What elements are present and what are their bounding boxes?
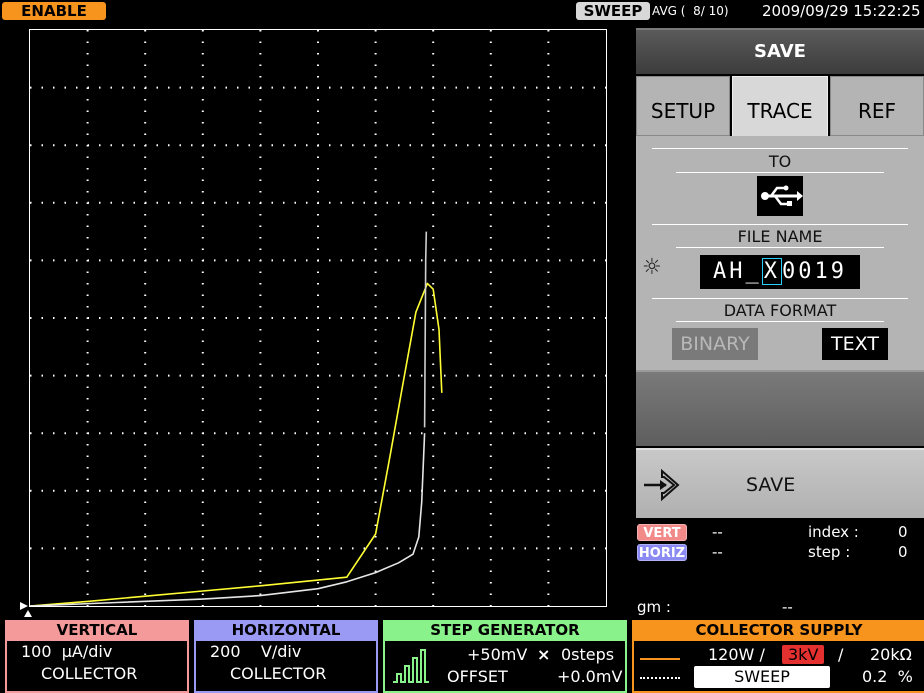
divider <box>676 321 884 322</box>
tab-setup[interactable]: SETUP <box>636 76 730 136</box>
file-name-cursor[interactable]: X <box>761 258 782 285</box>
peak-power: 120W / <box>708 645 765 664</box>
binary-format-button[interactable]: BINARY <box>672 328 758 360</box>
horizontal-source: COLLECTOR <box>230 664 327 683</box>
trace-plot <box>29 29 607 607</box>
horiz-cursor-value: -- <box>712 543 723 561</box>
gm-value: -- <box>782 598 793 616</box>
save-panel: SAVE SETUP TRACE REF TO FILE NAME ☼ AH_X… <box>636 28 924 518</box>
vert-cursor-badge[interactable]: VERT <box>637 524 687 541</box>
vertical-settings[interactable]: VERTICAL 100 μA/div COLLECTOR <box>5 620 189 693</box>
trace-line-2 <box>30 433 426 606</box>
panel-title: SAVE <box>636 28 924 74</box>
horizontal-scale: 200 V/div <box>210 642 302 661</box>
save-button-label: SAVE <box>746 474 796 496</box>
trace-save-options: TO FILE NAME ☼ AH_X0019 DATA FORMAT BINA… <box>636 136 924 370</box>
file-name-field[interactable]: AH_X0019 <box>700 255 860 289</box>
data-format-label: DATA FORMAT <box>723 301 837 320</box>
enable-badge[interactable]: ENABLE <box>2 2 106 20</box>
offset-value: +0.0mV <box>557 667 623 686</box>
variable-line-icon <box>640 677 680 679</box>
max-voltage-badge: 3kV <box>782 645 825 664</box>
text-format-button[interactable]: TEXT <box>822 328 888 360</box>
enter-icon <box>644 468 680 502</box>
index-value: 0 <box>898 523 908 541</box>
trace-line-1 <box>30 282 443 606</box>
collector-percent: 0.2 % <box>862 667 913 686</box>
vertical-title: VERTICAL <box>7 620 187 641</box>
separator-slash: / <box>838 645 844 664</box>
usb-icon <box>761 185 803 206</box>
step-waveform-icon <box>393 649 429 683</box>
origin-arrow-icon <box>20 602 28 610</box>
collector-mode[interactable]: SWEEP <box>694 666 830 688</box>
vert-cursor-value: -- <box>712 523 723 541</box>
horizontal-settings[interactable]: HORIZONTAL 200 V/div COLLECTOR <box>194 620 378 693</box>
vertical-scale: 100 μA/div <box>21 642 113 661</box>
plot-canvas <box>30 30 606 606</box>
collector-supply-settings[interactable]: COLLECTOR SUPPLY 120W / 3kV / 20kΩ SWEEP… <box>632 620 924 693</box>
gm-label: gm : <box>637 598 671 616</box>
empty-softkey <box>636 370 924 446</box>
series-resistance: 20kΩ <box>870 645 912 664</box>
status-bar: ENABLE SWEEP AVG ( 8/ 10) 2009/09/29 15:… <box>0 0 924 22</box>
divider <box>652 148 908 149</box>
offset-label: OFFSET <box>447 667 508 686</box>
file-name-suffix: 0019 <box>782 259 847 284</box>
horiz-cursor-badge[interactable]: HORIZ <box>637 544 687 561</box>
average-count: AVG ( 8/ 10) <box>652 4 729 18</box>
sweep-mode-badge: SWEEP <box>576 2 650 20</box>
file-name-prefix: AH_ <box>713 259 762 284</box>
divider <box>652 298 908 299</box>
to-label: TO <box>768 152 792 171</box>
step-label: step : <box>808 543 851 561</box>
trace-line-3 <box>423 231 428 428</box>
tab-trace[interactable]: TRACE <box>732 76 828 138</box>
index-label: index : <box>808 523 859 541</box>
step-generator-settings[interactable]: STEP GENERATOR +50mV × 0steps OFFSET +0.… <box>383 620 627 693</box>
collector-supply-title: COLLECTOR SUPPLY <box>634 620 924 641</box>
times-symbol: × <box>537 645 551 664</box>
step-count: 0steps <box>561 645 615 664</box>
divider <box>652 224 908 225</box>
step-generator-title: STEP GENERATOR <box>385 620 625 641</box>
tab-ref[interactable]: REF <box>830 76 924 136</box>
save-button[interactable]: SAVE <box>636 448 924 518</box>
usb-destination-button[interactable] <box>757 176 803 216</box>
step-amplitude: +50mV <box>467 645 528 664</box>
vertical-source: COLLECTOR <box>41 664 138 683</box>
divider <box>676 172 884 173</box>
horizontal-title: HORIZONTAL <box>196 620 376 641</box>
origin-markers <box>20 602 32 617</box>
date-time: 2009/09/29 15:22:25 <box>762 2 921 20</box>
origin-caret-icon <box>24 610 32 617</box>
file-name-label: FILE NAME <box>737 227 823 246</box>
peak-power-line-icon <box>640 658 680 660</box>
step-value: 0 <box>898 543 908 561</box>
gear-icon[interactable]: ☼ <box>642 256 662 280</box>
divider <box>676 247 884 248</box>
